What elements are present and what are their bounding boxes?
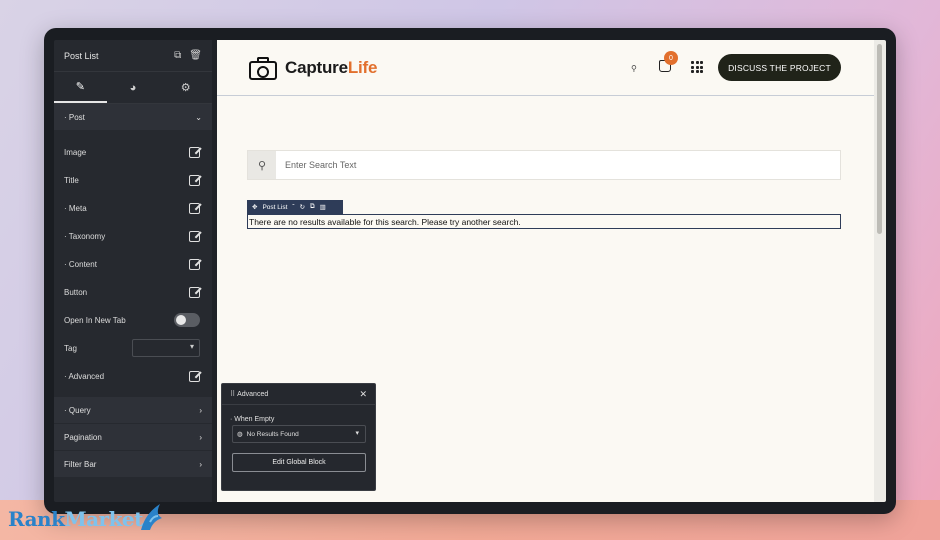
advanced-panel-header: ⠿ Advanced ✕ <box>222 384 375 405</box>
edit-global-block-button[interactable]: Edit Global Block <box>232 453 366 472</box>
brand-text-part2: Market <box>64 507 143 531</box>
open-new-tab-row: Open In New Tab <box>54 306 212 334</box>
site-header: CaptureLife ⚲ 0 DISCUSS THE PROJECT <box>217 40 874 96</box>
screen: Post List ⧉ 🗑 ✎ ◕ ⚙ · Post ⌄ Image Title… <box>54 40 886 502</box>
close-icon[interactable]: ✕ <box>359 389 367 400</box>
sidebar-tabs: ✎ ◕ ⚙ <box>54 72 212 104</box>
globe-icon: ◍ <box>237 431 243 438</box>
discuss-project-button[interactable]: DISCUSS THE PROJECT <box>718 54 841 81</box>
section-pagination[interactable]: Pagination › <box>54 423 212 450</box>
apps-grid-icon[interactable] <box>691 61 703 73</box>
edit-icon[interactable] <box>189 202 200 214</box>
duplicate-icon[interactable]: ⧉ <box>174 50 181 61</box>
post-list-toolbar: ✥ Post List ˆ ↻ ⧉ ▥ <box>247 200 343 214</box>
sidebar-item-label: Meta <box>68 203 87 213</box>
open-new-tab-label: Open In New Tab <box>64 315 126 325</box>
logo-text-accent: Life <box>347 58 378 77</box>
edit-icon[interactable] <box>189 146 200 158</box>
camera-icon <box>247 56 279 80</box>
section-query[interactable]: · Query › <box>54 396 212 423</box>
tab-content[interactable]: ✎ <box>54 72 107 103</box>
edit-icon[interactable] <box>189 370 200 382</box>
site-logo[interactable]: CaptureLife <box>247 56 377 80</box>
when-empty-label: When Empty <box>234 416 275 423</box>
tab-settings[interactable]: ⚙ <box>159 72 212 103</box>
sidebar-item-label: Advanced <box>68 371 105 381</box>
brand-logo: RankMarket <box>8 507 143 531</box>
chevron-up-icon[interactable]: ˆ <box>292 204 294 211</box>
sidebar-item-advanced[interactable]: · Advanced <box>54 362 212 390</box>
edit-icon[interactable] <box>189 258 200 270</box>
vertical-scrollbar[interactable] <box>874 40 886 502</box>
unicorn-icon <box>141 504 162 530</box>
sidebar-header: Post List ⧉ 🗑 <box>54 40 212 72</box>
drag-handle-icon[interactable]: ⠿ <box>230 391 235 398</box>
when-empty-select[interactable]: ◍ No Results Found ▾ <box>232 425 366 443</box>
section-post[interactable]: · Post ⌄ <box>54 104 212 130</box>
chevron-right-icon: › <box>199 459 202 469</box>
editor-sidebar: Post List ⧉ 🗑 ✎ ◕ ⚙ · Post ⌄ Image Title… <box>54 40 212 502</box>
edit-icon[interactable] <box>189 230 200 242</box>
chevron-right-icon: › <box>199 432 202 442</box>
sidebar-item-content[interactable]: · Content <box>54 250 212 278</box>
section-label: Query <box>68 405 91 415</box>
chevron-right-icon: › <box>199 405 202 415</box>
scrollbar-thumb[interactable] <box>877 44 882 234</box>
tab-style[interactable]: ◕ <box>107 72 160 103</box>
post-list-block[interactable]: There are no results available for this … <box>247 214 841 229</box>
refresh-icon[interactable]: ↻ <box>300 203 305 211</box>
empty-results-message: There are no results available for this … <box>249 216 521 227</box>
section-label: Pagination <box>64 432 102 442</box>
search-bar: ⚲ <box>247 150 841 180</box>
sidebar-item-label: Taxonomy <box>68 231 106 241</box>
section-post-label: Post <box>68 112 85 122</box>
sidebar-item-label: Image <box>64 147 87 157</box>
device-frame: Post List ⧉ 🗑 ✎ ◕ ⚙ · Post ⌄ Image Title… <box>44 28 896 514</box>
tag-label: Tag <box>64 343 77 353</box>
open-new-tab-toggle[interactable] <box>174 313 200 327</box>
search-icon[interactable]: ⚲ <box>248 151 276 179</box>
sidebar-item-image[interactable]: Image <box>54 138 212 166</box>
cart-count-badge: 0 <box>664 51 678 65</box>
sidebar-item-label: Button <box>64 287 88 297</box>
sidebar-item-title[interactable]: Title <box>54 166 212 194</box>
sidebar-item-taxonomy[interactable]: · Taxonomy <box>54 222 212 250</box>
sidebar-item-meta[interactable]: · Meta <box>54 194 212 222</box>
sidebar-item-label: Title <box>64 175 79 185</box>
duplicate-icon[interactable]: ⧉ <box>310 203 315 211</box>
sidebar-item-label: Content <box>68 259 97 269</box>
palette-icon: ◕ <box>129 81 137 94</box>
gear-icon: ⚙ <box>180 82 191 94</box>
edit-icon[interactable] <box>189 174 200 186</box>
chevron-down-icon: ▾ <box>355 430 359 437</box>
move-icon[interactable]: ✥ <box>252 203 257 211</box>
search-icon[interactable]: ⚲ <box>631 64 637 73</box>
sidebar-item-button[interactable]: Button <box>54 278 212 306</box>
advanced-panel-title: Advanced <box>237 391 269 398</box>
logo-text-main: Capture <box>285 58 348 77</box>
section-label: Filter Bar <box>64 459 97 469</box>
edit-icon[interactable] <box>189 286 200 298</box>
when-empty-value: No Results Found <box>246 430 299 438</box>
trash-icon[interactable]: ▥ <box>320 203 326 211</box>
advanced-panel: ⠿ Advanced ✕ · When Empty ◍ No Results F… <box>221 383 376 491</box>
section-filter-bar[interactable]: Filter Bar › <box>54 450 212 477</box>
search-input[interactable] <box>276 160 840 170</box>
trash-icon[interactable]: 🗑 <box>189 50 202 61</box>
tag-row: Tag <box>54 334 212 362</box>
brand-text-part1: Rank <box>8 507 65 531</box>
tag-select[interactable] <box>132 339 200 357</box>
post-list-toolbar-label: Post List <box>262 203 288 211</box>
chevron-down-icon: ⌄ <box>195 112 202 122</box>
pencil-icon: ✎ <box>75 81 85 93</box>
sidebar-title: Post List <box>64 50 99 61</box>
